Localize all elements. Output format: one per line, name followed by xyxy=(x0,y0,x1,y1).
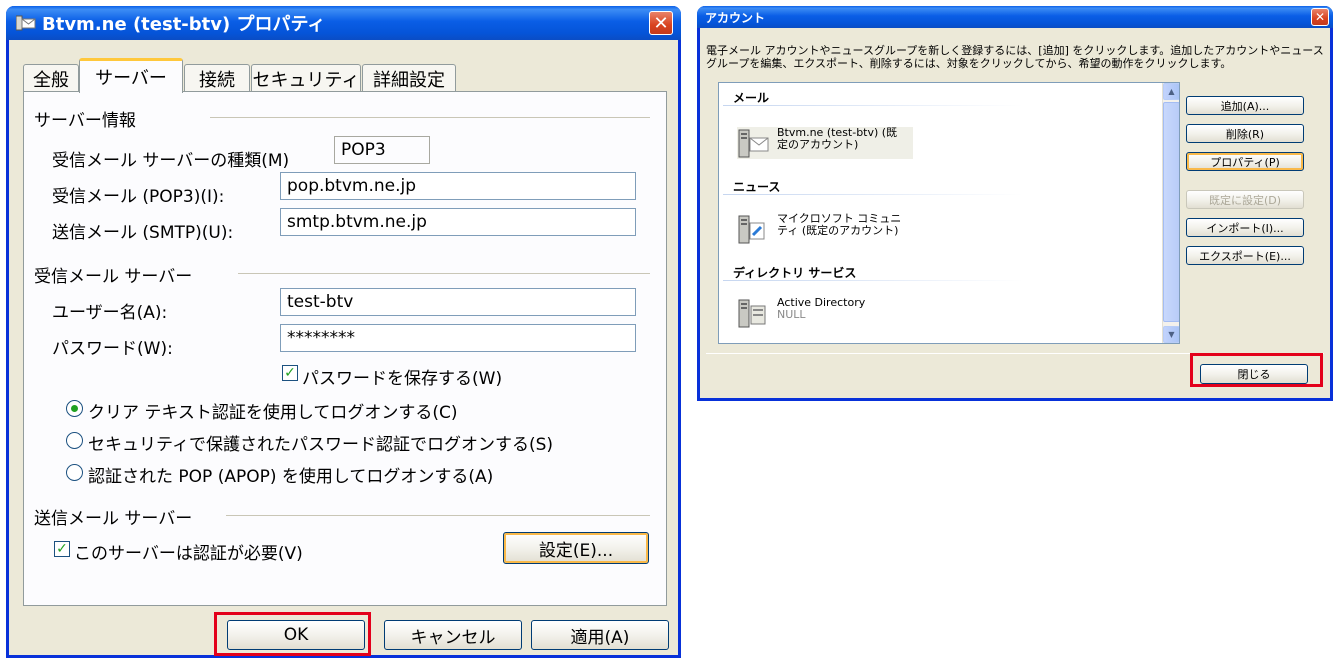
section-divider xyxy=(723,280,1023,281)
section-divider xyxy=(723,194,1023,195)
close-button-highlight xyxy=(1190,353,1323,387)
add-account-button[interactable]: 追加(A)... xyxy=(1186,96,1304,115)
account-mail-name: Btvm.ne (test-btv) (既定のアカウント) xyxy=(777,126,898,151)
account-list-scrollbar[interactable]: ▲ ▼ xyxy=(1162,83,1179,343)
accounts-title: アカウント xyxy=(705,10,766,25)
username-label: ユーザー名(A): xyxy=(52,303,168,323)
accounts-description: 電子メール アカウントやニュースグループを新しく登録するには、[追加] をクリッ… xyxy=(706,44,1324,70)
incoming-type-value: POP3 xyxy=(334,136,430,164)
section-mail-heading: メール xyxy=(733,91,770,105)
password-field[interactable]: ******** xyxy=(280,324,636,352)
server-tab-panel: サーバー情報 受信メール サーバーの種類(M) POP3 受信メール (POP3… xyxy=(23,91,667,606)
mail-account-icon xyxy=(737,127,771,159)
cancel-button[interactable]: キャンセル xyxy=(384,620,522,650)
auth-apop-radio[interactable] xyxy=(66,464,83,481)
tab-server[interactable]: サーバー xyxy=(79,58,183,93)
server-info-heading: サーバー情報 xyxy=(34,111,136,131)
tab-general[interactable]: 全般 xyxy=(23,64,79,92)
group-divider xyxy=(226,515,650,516)
auth-clear-text-label: クリア テキスト認証を使用してログオンする(C) xyxy=(88,403,458,423)
set-default-button: 既定に設定(D) xyxy=(1186,190,1304,209)
mail-account-icon xyxy=(15,15,36,31)
section-news-heading: ニュース xyxy=(733,180,781,194)
remember-password-label: パスワードを保存する(W) xyxy=(302,369,503,389)
close-icon[interactable]: ✕ xyxy=(1311,8,1329,26)
directory-service-icon xyxy=(737,297,771,329)
group-divider xyxy=(210,117,650,118)
properties-dialog: Btvm.ne (test-btv) プロパティ ✕ 全般 サーバー 接続 セキ… xyxy=(6,6,681,658)
ok-button-highlight xyxy=(214,612,371,656)
close-icon[interactable]: ✕ xyxy=(649,11,673,35)
scroll-thumb[interactable] xyxy=(1163,102,1179,322)
account-directory-sub: NULL xyxy=(777,308,806,321)
remember-password-checkbox[interactable]: ✓ xyxy=(282,365,298,381)
account-directory-item[interactable]: Active Directory NULL xyxy=(737,297,865,329)
tab-advanced[interactable]: 詳細設定 xyxy=(362,64,456,92)
properties-title-bar[interactable]: Btvm.ne (test-btv) プロパティ ✕ xyxy=(6,6,681,40)
account-news-name: マイクロソフト コミュニティ (既定のアカウント) xyxy=(777,212,902,237)
export-button[interactable]: エクスポート(E)... xyxy=(1186,246,1304,265)
properties-title: Btvm.ne (test-btv) プロパティ xyxy=(42,14,326,35)
auth-spa-label: セキュリティで保護されたパスワード認証でログオンする(S) xyxy=(88,435,554,455)
account-list[interactable]: メール Btvm.ne (test-btv) (既定のアカウント) ニュース マ… xyxy=(718,82,1180,344)
account-mail-item[interactable]: Btvm.ne (test-btv) (既定のアカウント) xyxy=(737,127,913,159)
outgoing-server-heading: 送信メール サーバー xyxy=(34,509,193,529)
auth-spa-radio[interactable] xyxy=(66,432,83,449)
outgoing-server-field[interactable]: smtp.btvm.ne.jp xyxy=(280,208,636,236)
accounts-title-bar[interactable]: アカウント ✕ xyxy=(697,6,1333,28)
account-news-item[interactable]: マイクロソフト コミュニティ (既定のアカウント) xyxy=(737,213,907,245)
requires-auth-checkbox[interactable]: ✓ xyxy=(54,541,70,557)
incoming-server-label: 受信メール (POP3)(I): xyxy=(52,187,225,207)
section-divider xyxy=(723,105,1023,106)
scroll-down-icon[interactable]: ▼ xyxy=(1163,326,1179,343)
incoming-server-field[interactable]: pop.btvm.ne.jp xyxy=(280,172,636,200)
tab-security[interactable]: セキュリティ xyxy=(251,64,361,92)
accounts-dialog: アカウント ✕ 電子メール アカウントやニュースグループを新しく登録するには、[… xyxy=(697,6,1333,401)
password-label: パスワード(W): xyxy=(52,339,173,359)
requires-auth-label: このサーバーは認証が必要(V) xyxy=(74,544,303,564)
incoming-type-label: 受信メール サーバーの種類(M) xyxy=(52,151,290,171)
incoming-server-heading: 受信メール サーバー xyxy=(34,267,193,287)
account-directory-text: Active Directory NULL xyxy=(777,297,865,321)
auth-clear-text-radio[interactable] xyxy=(66,400,83,417)
import-button[interactable]: インポート(I)... xyxy=(1186,218,1304,237)
section-directory-heading: ディレクトリ サービス xyxy=(733,266,857,280)
newsgroup-icon xyxy=(737,213,771,245)
apply-button[interactable]: 適用(A) xyxy=(531,620,669,650)
remove-account-button[interactable]: 削除(R) xyxy=(1186,124,1304,143)
auth-apop-label: 認証された POP (APOP) を使用してログオンする(A) xyxy=(88,467,494,487)
account-properties-button[interactable]: プロパティ(P) xyxy=(1186,152,1304,171)
outgoing-server-label: 送信メール (SMTP)(U): xyxy=(52,223,234,243)
scroll-up-icon[interactable]: ▲ xyxy=(1163,83,1179,100)
tab-connection[interactable]: 接続 xyxy=(184,64,250,92)
group-divider xyxy=(238,273,650,274)
settings-button[interactable]: 設定(E)... xyxy=(503,532,649,564)
username-field[interactable]: test-btv xyxy=(280,288,636,316)
